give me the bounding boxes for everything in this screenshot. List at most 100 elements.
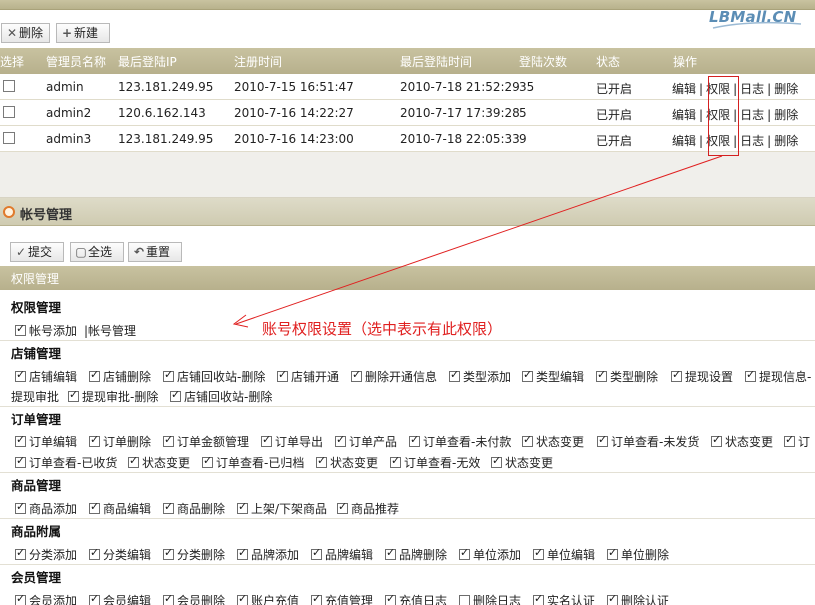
perm-checkbox[interactable]: 订单查看-已归档 xyxy=(202,454,304,471)
perm-checkbox[interactable]: 上架/下架商品 xyxy=(237,500,327,517)
perm-checkbox[interactable]: 提现审批-删除 xyxy=(68,388,158,405)
delete-link[interactable]: 删除 xyxy=(774,134,798,148)
check-icon: ✓ xyxy=(15,245,27,259)
perm-checkbox[interactable]: 状态变更 xyxy=(711,433,773,450)
perm-checkbox[interactable]: 删除日志 xyxy=(459,592,521,605)
perm-checkbox[interactable]: 帐号添加 xyxy=(15,322,77,339)
perm-checkbox[interactable]: 店铺编辑 xyxy=(15,368,77,385)
row-checkbox[interactable] xyxy=(3,106,15,118)
perm-checkbox[interactable]: 商品删除 xyxy=(163,500,225,517)
perm-checkbox[interactable]: 账户充值 xyxy=(237,592,299,605)
col-select: 选择 xyxy=(0,55,25,69)
perm-checkbox[interactable]: 充值日志 xyxy=(385,592,447,605)
log-link[interactable]: 日志 xyxy=(740,108,764,122)
section-header-label: 权限管理 xyxy=(11,272,60,286)
divider xyxy=(0,340,815,341)
perm-checkbox[interactable]: 商品添加 xyxy=(15,500,77,517)
col-count: 登陆次数 xyxy=(519,55,568,69)
perm-checkbox[interactable]: 订单查看-未发货 xyxy=(597,433,699,450)
perm-checkbox[interactable]: 状态变更 xyxy=(491,454,553,471)
col-ip: 最后登陆IP xyxy=(118,55,177,69)
perm-checkbox[interactable]: 订单删除 xyxy=(89,433,151,450)
edit-link[interactable]: 编辑 xyxy=(672,108,696,122)
perm-checkbox[interactable]: 商品推荐 xyxy=(337,500,399,517)
group-title: 商品管理 xyxy=(11,478,62,493)
divider xyxy=(0,406,815,407)
perm-checkbox[interactable]: 提现设置 xyxy=(671,368,733,385)
new-button[interactable]: + 新建 xyxy=(56,23,110,43)
perm-checkbox[interactable]: 分类添加 xyxy=(15,546,77,563)
row-checkbox[interactable] xyxy=(3,80,15,92)
perm-checkbox[interactable]: 分类删除 xyxy=(163,546,225,563)
col-reg: 注册时间 xyxy=(234,55,283,69)
select-all-button[interactable]: ▢全选 xyxy=(70,242,124,262)
col-ops: 操作 xyxy=(673,55,698,69)
perm-checkbox[interactable]: 品牌删除 xyxy=(385,546,447,563)
log-link[interactable]: 日志 xyxy=(740,134,764,148)
submit-button[interactable]: ✓ 提交 xyxy=(10,242,64,262)
perm-checkbox[interactable]: 状态变更 xyxy=(522,433,584,450)
group-title: 会员管理 xyxy=(11,570,62,585)
divider xyxy=(0,564,815,565)
edit-link[interactable]: 编辑 xyxy=(672,82,696,96)
perm-checkbox[interactable]: 订单查看-已收货 xyxy=(15,454,117,471)
delete-link[interactable]: 删除 xyxy=(774,108,798,122)
perm-checkbox[interactable]: 店铺回收站-删除 xyxy=(170,388,272,405)
perm-checkbox[interactable]: 订单金额管理 xyxy=(163,433,249,450)
group-title: 商品附属 xyxy=(11,524,62,539)
perm-checkbox[interactable]: 店铺开通 xyxy=(277,368,339,385)
perm-checkbox[interactable]: 店铺回收站-删除 xyxy=(163,368,265,385)
perm-checkbox[interactable]: 单位添加 xyxy=(459,546,521,563)
annotation-text: 账号权限设置（选中表示有此权限） xyxy=(262,320,503,338)
perm-checkbox[interactable]: 类型删除 xyxy=(596,368,658,385)
log-link[interactable]: 日志 xyxy=(740,82,764,96)
col-name: 管理员名称 xyxy=(46,55,107,69)
perm-checkbox[interactable]: 品牌编辑 xyxy=(311,546,373,563)
close-icon: ✕ xyxy=(6,26,18,40)
divider xyxy=(0,518,815,519)
perm-checkbox[interactable]: 订单导出 xyxy=(261,433,323,450)
permission-highlight-box xyxy=(708,76,739,156)
square-icon: ▢ xyxy=(75,245,87,259)
perm-checkbox[interactable]: 状态变更 xyxy=(128,454,190,471)
perm-checkbox[interactable]: 单位删除 xyxy=(607,546,669,563)
group-title: 订单管理 xyxy=(11,412,62,427)
perm-checkbox[interactable]: 订单编辑 xyxy=(15,433,77,450)
table-row: admin2 120.6.162.143 2010-7-16 14:22:27 … xyxy=(0,100,815,126)
delete-button[interactable]: ✕ 删除 xyxy=(1,23,50,43)
plus-icon: + xyxy=(61,26,73,40)
perm-checkbox[interactable]: 品牌添加 xyxy=(237,546,299,563)
perm-checkbox[interactable]: 会员添加 xyxy=(15,592,77,605)
logo-swoosh-icon xyxy=(712,21,802,29)
perm-checkbox[interactable]: 会员编辑 xyxy=(89,592,151,605)
perm-checkbox[interactable]: 订单查看-无效 xyxy=(390,454,480,471)
perm-checkbox[interactable]: 类型编辑 xyxy=(522,368,584,385)
perm-label: |帐号管理 xyxy=(84,324,137,338)
undo-icon: ↶ xyxy=(133,245,145,259)
perm-checkbox[interactable]: 提现信息- xyxy=(745,368,811,385)
perm-label: 提现审批 xyxy=(11,390,60,404)
group-title: 权限管理 xyxy=(11,300,62,315)
perm-checkbox[interactable]: 实名认证 xyxy=(533,592,595,605)
perm-checkbox[interactable]: 商品编辑 xyxy=(89,500,151,517)
delete-link[interactable]: 删除 xyxy=(774,82,798,96)
row-checkbox[interactable] xyxy=(3,132,15,144)
edit-link[interactable]: 编辑 xyxy=(672,134,696,148)
section-header xyxy=(0,266,815,290)
perm-checkbox[interactable]: 会员删除 xyxy=(163,592,225,605)
perm-checkbox[interactable]: 删除认证 xyxy=(607,592,669,605)
perm-checkbox[interactable]: 店铺删除 xyxy=(89,368,151,385)
perm-checkbox[interactable]: 删除开通信息 xyxy=(351,368,437,385)
perm-checkbox[interactable]: 订单产品 xyxy=(335,433,397,450)
perm-checkbox[interactable]: 类型添加 xyxy=(449,368,511,385)
panel-title: 帐号管理 xyxy=(20,208,73,223)
perm-checkbox[interactable]: 单位编辑 xyxy=(533,546,595,563)
perm-checkbox[interactable]: 订单查看-未付款 xyxy=(409,433,511,450)
perm-checkbox[interactable]: 充值管理 xyxy=(311,592,373,605)
perm-checkbox[interactable]: 状态变更 xyxy=(316,454,378,471)
perm-checkbox[interactable]: 分类编辑 xyxy=(89,546,151,563)
perm-checkbox[interactable]: 订 xyxy=(784,433,810,450)
brand-logo: LBMall.CN xyxy=(709,6,805,36)
col-last: 最后登陆时间 xyxy=(400,55,473,69)
reset-button[interactable]: ↶ 重置 xyxy=(128,242,182,262)
